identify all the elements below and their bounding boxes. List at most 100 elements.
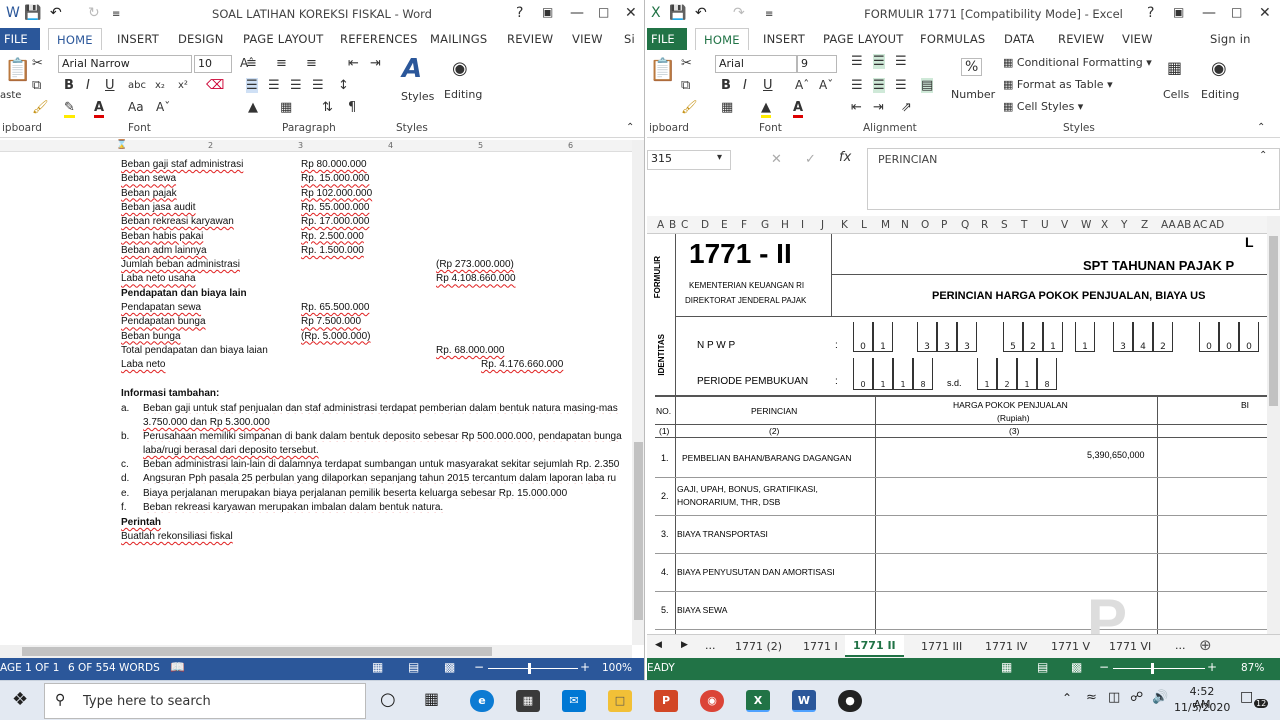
- tab-mailings[interactable]: MAILINGS: [430, 32, 487, 46]
- tab-more[interactable]: Si: [624, 32, 635, 46]
- page-layout-view-icon[interactable]: ▤: [1037, 660, 1048, 674]
- cancel-icon[interactable]: ✕: [771, 152, 782, 167]
- formula-input[interactable]: PERINCIAN: [867, 148, 1280, 210]
- wifi-icon[interactable]: ≈: [1086, 690, 1097, 705]
- column-header[interactable]: T: [1021, 219, 1027, 231]
- sheet-more-left[interactable]: ...: [705, 639, 716, 652]
- excel-maximize-button[interactable]: □: [1231, 5, 1242, 19]
- word-taskbar-icon[interactable]: W: [792, 690, 816, 712]
- column-header[interactable]: G: [761, 219, 769, 231]
- styles-button[interactable]: Styles: [401, 90, 434, 103]
- npwp-digit[interactable]: 0: [1219, 322, 1239, 352]
- clear-format-icon[interactable]: ⌫: [206, 78, 224, 93]
- periode-digit[interactable]: 1: [893, 358, 913, 390]
- periode-digit[interactable]: 1: [873, 358, 893, 390]
- npwp-digit[interactable]: 0: [853, 322, 873, 352]
- page-break-view-icon[interactable]: ▩: [1071, 660, 1082, 674]
- grow-shrink-icon[interactable]: Aˇ: [156, 100, 170, 114]
- close-button[interactable]: ✕: [625, 5, 637, 21]
- collapse-ribbon-icon[interactable]: ⌃: [626, 122, 634, 133]
- npwp-digit[interactable]: 0: [1199, 322, 1219, 352]
- excel-save-icon[interactable]: 💾: [669, 5, 686, 21]
- scroll-thumb[interactable]: [634, 442, 643, 620]
- windows-start-icon[interactable]: ❖: [12, 689, 28, 710]
- column-header[interactable]: A: [657, 219, 664, 231]
- excel-shrink-font-icon[interactable]: Aˇ: [819, 78, 833, 92]
- minimize-button[interactable]: —: [570, 5, 584, 21]
- npwp-digit[interactable]: 1: [1043, 322, 1063, 352]
- align-center-icon[interactable]: ☰: [268, 78, 280, 93]
- item-number[interactable]: 1.: [661, 453, 669, 463]
- align-bottom-icon[interactable]: ☰: [895, 54, 907, 69]
- excel-italic-icon[interactable]: I: [743, 78, 747, 93]
- network-icon[interactable]: ☍: [1130, 690, 1143, 705]
- line-spacing-icon[interactable]: ↕: [338, 78, 349, 93]
- file-explorer-icon[interactable]: □: [608, 690, 632, 712]
- excel-zoom-slider[interactable]: [1113, 668, 1205, 669]
- tab-review[interactable]: REVIEW: [507, 32, 553, 46]
- vertical-scrollbar[interactable]: [632, 140, 644, 645]
- excel-cut-icon[interactable]: ✂: [681, 56, 692, 71]
- obs-icon[interactable]: ●: [838, 690, 862, 712]
- column-header[interactable]: AD: [1209, 219, 1224, 231]
- zoom-slider[interactable]: [488, 668, 578, 669]
- clock-date[interactable]: 11/5/2020: [1174, 701, 1230, 714]
- excel-minimize-button[interactable]: —: [1202, 5, 1216, 21]
- npwp-digit[interactable]: 0: [1239, 322, 1259, 352]
- sheet-more-right[interactable]: ...: [1175, 639, 1186, 652]
- document-body[interactable]: Beban gaji staf administrasi Rp 80.000.00…: [0, 153, 632, 645]
- zoom-slider-thumb[interactable]: [528, 663, 531, 674]
- ribbon-display-icon[interactable]: ▣: [542, 5, 553, 19]
- underline-icon[interactable]: U: [105, 78, 115, 93]
- cortana-icon[interactable]: ○: [380, 689, 396, 710]
- periode-digit[interactable]: 1: [1017, 358, 1037, 390]
- hidden-icons-chevron[interactable]: ⌃: [1062, 691, 1072, 705]
- show-marks-icon[interactable]: ¶: [348, 100, 356, 115]
- column-header[interactable]: V: [1061, 219, 1068, 231]
- column-header[interactable]: AB: [1177, 219, 1191, 231]
- styles-icon[interactable]: A: [402, 54, 422, 84]
- powerpoint-icon[interactable]: P: [654, 690, 678, 712]
- chrome-icon[interactable]: ◉: [700, 690, 724, 712]
- editing-button[interactable]: Editing: [444, 88, 482, 101]
- name-box-dropdown[interactable]: ▾: [717, 152, 722, 163]
- paste-icon[interactable]: 📋: [4, 58, 31, 83]
- cells-icon[interactable]: ▦: [1167, 58, 1182, 77]
- excel-collapse-ribbon-icon[interactable]: ⌃: [1257, 122, 1265, 133]
- align-middle-icon[interactable]: ☰: [873, 54, 885, 69]
- column-header[interactable]: C: [681, 219, 688, 231]
- column-header[interactable]: Z: [1141, 219, 1148, 231]
- item-label[interactable]: BIAYA TRANSPORTASI: [677, 529, 768, 539]
- excel-editing-button[interactable]: Editing: [1201, 88, 1239, 101]
- tab-home[interactable]: HOME: [48, 28, 102, 50]
- item-number[interactable]: 5.: [661, 605, 669, 615]
- sheet-tab[interactable]: 1771 III: [921, 640, 962, 653]
- task-view-icon[interactable]: ▦: [424, 689, 439, 708]
- orientation-icon[interactable]: ⇗: [901, 100, 912, 115]
- tab-references[interactable]: REFERENCES: [340, 32, 418, 46]
- help-button[interactable]: ?: [516, 5, 523, 21]
- read-mode-icon[interactable]: ▦: [372, 660, 383, 674]
- word-count[interactable]: 6 OF 554 WORDS: [68, 662, 160, 674]
- column-header[interactable]: P: [941, 219, 947, 231]
- conditional-formatting-button[interactable]: ▦ Conditional Formatting ▾: [1003, 56, 1152, 69]
- excel-align-center-icon[interactable]: ☰: [873, 78, 885, 93]
- excel-font-name-box[interactable]: Arial: [715, 55, 797, 73]
- tab-insert[interactable]: INSERT: [117, 32, 159, 46]
- item-label-line2[interactable]: HONORARIUM, THR, DSB: [677, 497, 780, 507]
- excel-tab-insert[interactable]: INSERT: [763, 32, 805, 46]
- italic-icon[interactable]: I: [86, 78, 90, 93]
- npwp-digit[interactable]: 1: [1075, 322, 1095, 352]
- superscript-icon[interactable]: x²: [178, 80, 188, 91]
- column-header[interactable]: F: [741, 219, 747, 231]
- ruler-indent-marker[interactable]: ⌛: [116, 140, 127, 150]
- item-label[interactable]: GAJI, UPAH, BONUS, GRATIFIKASI,: [677, 484, 818, 494]
- edge-icon[interactable]: e: [470, 690, 494, 712]
- excel-copy-icon[interactable]: ⧉: [681, 78, 690, 93]
- excel-bold-icon[interactable]: B: [721, 78, 731, 93]
- excel-tab-formulas[interactable]: FORMULAS: [920, 32, 985, 46]
- highlight-icon[interactable]: ✎: [64, 100, 75, 118]
- periode-digit[interactable]: 8: [1037, 358, 1057, 390]
- item-label[interactable]: BIAYA PENYUSUTAN DAN AMORTISASI: [677, 567, 835, 577]
- column-header[interactable]: L: [861, 219, 867, 231]
